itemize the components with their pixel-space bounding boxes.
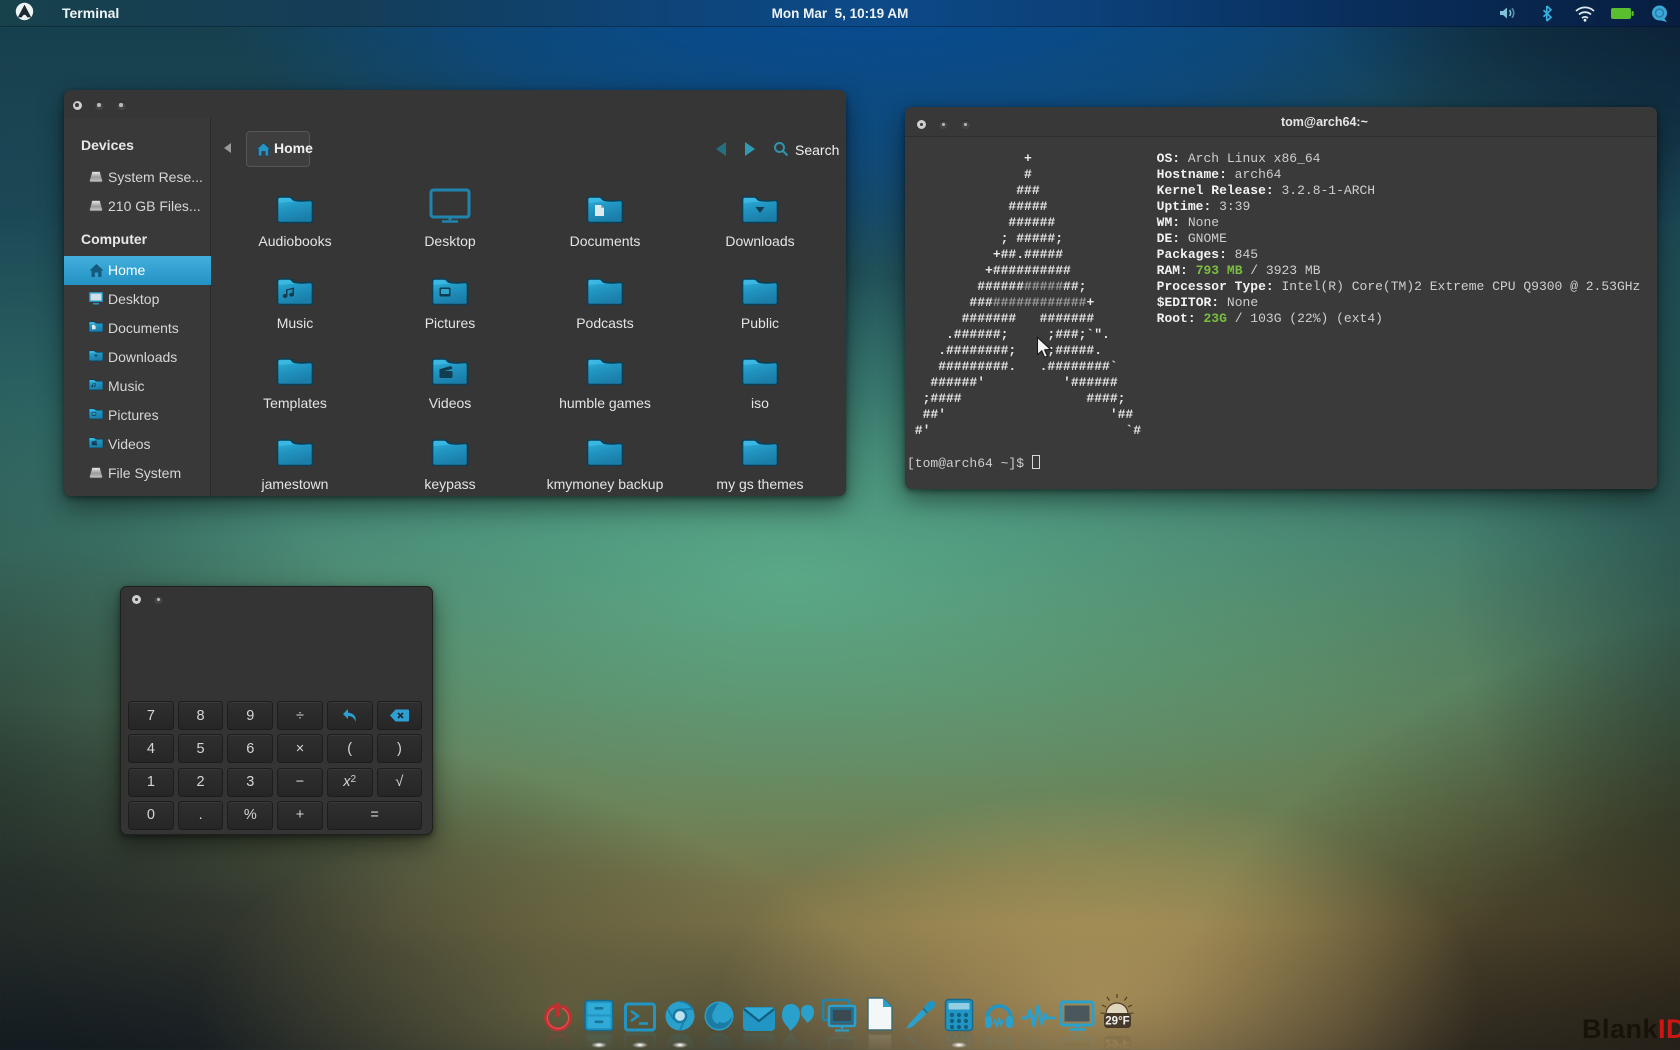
svg-text:29°F: 29°F [1105, 1037, 1129, 1049]
svg-text:29°F: 29°F [1105, 1016, 1129, 1028]
